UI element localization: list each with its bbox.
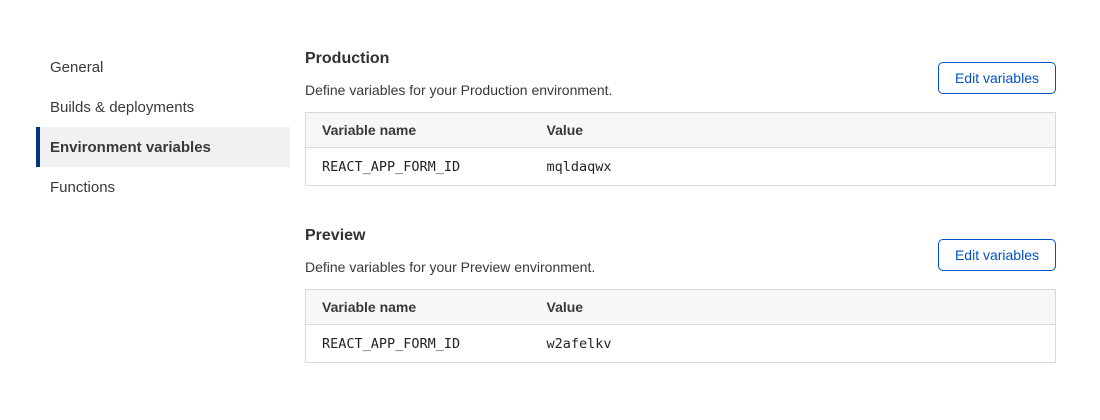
table-row: REACT_APP_FORM_ID w2afelkv (306, 325, 1056, 363)
column-header-variable-name: Variable name (306, 290, 531, 325)
production-section: Production Define variables for your Pro… (305, 47, 1056, 186)
sidebar-item-label: Environment variables (50, 139, 211, 156)
sidebar-item-builds-deployments[interactable]: Builds & deployments (36, 87, 290, 127)
column-header-value: Value (531, 290, 1056, 325)
variable-name-cell: REACT_APP_FORM_ID (306, 148, 531, 186)
table-header-row: Variable name Value (306, 113, 1056, 148)
column-header-variable-name: Variable name (306, 113, 531, 148)
variable-value-cell: w2afelkv (531, 325, 1056, 363)
sidebar-item-label: Builds & deployments (50, 99, 194, 116)
table-row: REACT_APP_FORM_ID mqldaqwx (306, 148, 1056, 186)
column-header-value: Value (531, 113, 1056, 148)
environment-variables-panel: Production Define variables for your Pro… (305, 47, 1056, 363)
preview-variables-table: Variable name Value REACT_APP_FORM_ID w2… (305, 289, 1056, 363)
variable-name-cell: REACT_APP_FORM_ID (306, 325, 531, 363)
sidebar-item-environment-variables[interactable]: Environment variables (36, 127, 290, 167)
settings-sidebar: General Builds & deployments Environment… (36, 47, 290, 363)
preview-section: Preview Define variables for your Previe… (305, 224, 1056, 363)
production-variables-table: Variable name Value REACT_APP_FORM_ID mq… (305, 112, 1056, 186)
settings-page: General Builds & deployments Environment… (0, 0, 1100, 363)
sidebar-item-label: Functions (50, 179, 115, 196)
sidebar-item-functions[interactable]: Functions (36, 167, 290, 207)
sidebar-item-general[interactable]: General (36, 47, 290, 87)
sidebar-item-label: General (50, 59, 103, 76)
variable-value-cell: mqldaqwx (531, 148, 1056, 186)
edit-variables-button-production[interactable]: Edit variables (938, 62, 1056, 94)
edit-variables-button-preview[interactable]: Edit variables (938, 239, 1056, 271)
table-header-row: Variable name Value (306, 290, 1056, 325)
